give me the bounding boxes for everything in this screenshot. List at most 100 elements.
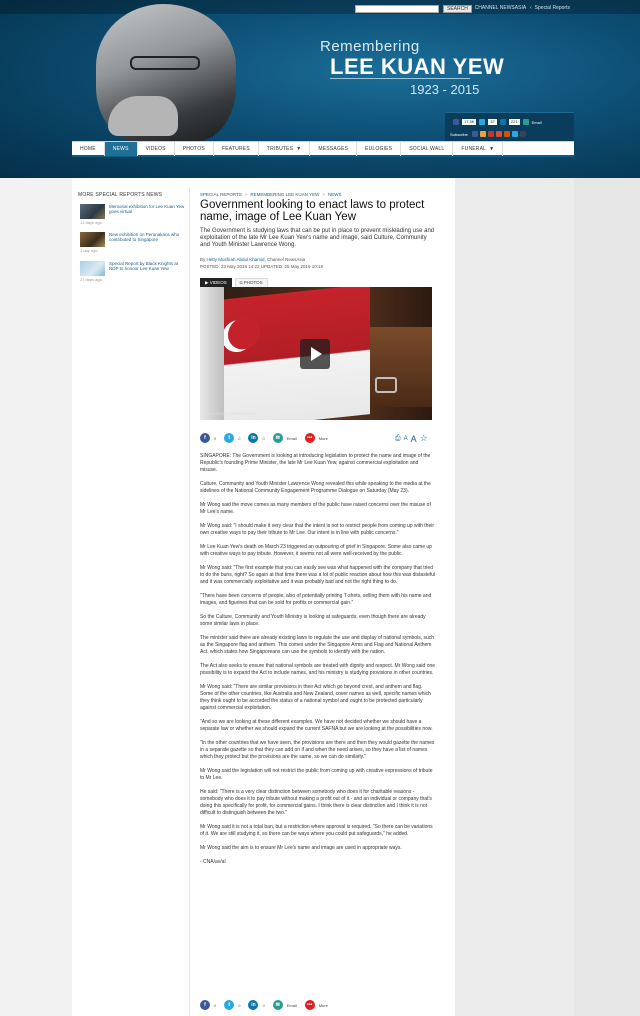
- email-share-icon[interactable]: ✉: [272, 1000, 283, 1010]
- play-button-icon[interactable]: [300, 339, 330, 369]
- search-button[interactable]: SEARCH: [443, 5, 472, 13]
- more-share-icon[interactable]: •••: [304, 1000, 315, 1010]
- sidebar-thumbnail[interactable]: [80, 204, 105, 219]
- article-paragraph: "There have been concerns of people, als…: [200, 593, 432, 606]
- subscribe-rss-icon[interactable]: [479, 131, 486, 137]
- article-paragraph: The Act also seeks to ensure that nation…: [200, 663, 436, 676]
- article-paragraph: So the Culture, Community and Youth Mini…: [200, 614, 426, 627]
- sidebar-item-time: 1 day ago: [80, 248, 98, 253]
- chevron-left-icon: ‹: [470, 5, 472, 11]
- sidebar-item-time: 13 days ago: [80, 220, 102, 225]
- breadcrumb-item[interactable]: REMEMBERING LEE KUAN YEW: [250, 192, 319, 197]
- subscribe-row: Subscribe: [450, 131, 526, 137]
- font-larger-icon[interactable]: A: [411, 434, 417, 444]
- linkedin-share-icon[interactable]: in: [248, 433, 259, 443]
- sidebar-thumbnail[interactable]: [80, 261, 105, 276]
- article-paragraph: The minister said there are already exis…: [200, 635, 435, 655]
- sidebar-item-title[interactable]: Memorial exhibition for Lee Kuan Yew goe…: [109, 204, 187, 214]
- article-standfirst: The Government is studying laws that can…: [200, 228, 435, 248]
- nav-videos[interactable]: VIDEOS: [138, 142, 175, 156]
- font-smaller-icon[interactable]: A: [404, 436, 408, 442]
- article-paragraph: "In the other countries that we have see…: [200, 740, 435, 760]
- right-gutter: [574, 178, 640, 1016]
- main-nav: HOME NEWS VIDEOS PHOTOS FEATURES TRIBUTE…: [72, 141, 574, 157]
- facebook-share-count: 0: [214, 435, 217, 441]
- linkedin-icon[interactable]: [499, 119, 506, 125]
- sidebar-item-title[interactable]: New exhibition on Peranakans who contrib…: [109, 232, 187, 242]
- crescent-icon: [222, 318, 254, 354]
- article-paragraph: Mr Wong said the aim is to ensure Mr Lee…: [200, 845, 402, 851]
- breadcrumb-separator: >: [322, 192, 325, 197]
- linkedin-share-count: 0: [262, 1002, 265, 1008]
- sidebar-item-title[interactable]: Special Report by Black Knights at NDP t…: [109, 261, 187, 271]
- subscribe-tumblr-icon[interactable]: [519, 131, 526, 137]
- subscribe-youtube-icon[interactable]: [487, 131, 494, 137]
- search-input[interactable]: [355, 5, 439, 13]
- byline-author-link[interactable]: Hetty Musfirah Abdul Khamid: [207, 257, 265, 262]
- byline-prefix: By: [200, 257, 206, 262]
- linkedin-share-count: 0: [262, 435, 265, 441]
- article-paragraph: He said: "There is a very clear distinct…: [200, 789, 432, 816]
- facebook-share-icon[interactable]: f: [200, 433, 210, 443]
- email-share-icon[interactable]: ✉: [272, 433, 283, 443]
- video-watermark: CHANNEL NEWSASIA: [206, 411, 256, 416]
- facebook-count: 17.3K: [462, 119, 477, 125]
- nav-social-wall[interactable]: SOCIAL WALL: [401, 142, 454, 156]
- left-gutter: [0, 178, 72, 1016]
- facebook-share-icon[interactable]: f: [200, 1000, 210, 1010]
- email-share-label: Email: [286, 1002, 297, 1008]
- article-paragraph: Mr Wong said: "There are similar provisi…: [200, 684, 431, 711]
- nav-news[interactable]: NEWS: [104, 142, 138, 156]
- more-share-icon[interactable]: •••: [304, 433, 315, 443]
- subscribe-googleplus-icon[interactable]: [495, 131, 502, 137]
- figure-image: [200, 287, 224, 420]
- chevron-left-icon: ‹: [530, 5, 532, 11]
- twitter-icon[interactable]: [479, 119, 486, 125]
- breadcrumb-item[interactable]: SPECIAL REPORTS: [200, 192, 242, 197]
- email-icon[interactable]: [522, 119, 529, 125]
- caret-down-icon: ▼: [489, 146, 495, 152]
- bookmark-star-icon[interactable]: ☆: [420, 433, 428, 444]
- linkedin-share-icon[interactable]: in: [248, 1000, 259, 1010]
- subscribe-facebook-icon[interactable]: [471, 131, 478, 137]
- twitter-share-count: 0: [238, 435, 241, 441]
- video-player[interactable]: CHANNEL NEWSASIA: [200, 287, 432, 420]
- search-bar: SEARCH: [355, 5, 472, 13]
- breadcrumb-item[interactable]: NEWS: [328, 192, 342, 197]
- email-share-label: Email: [286, 435, 297, 441]
- article-paragraph: Mr Wong said: "The first example that yo…: [200, 565, 436, 585]
- nav-funeral[interactable]: FUNERAL ▼: [453, 142, 504, 156]
- share-row: 17.3K 57 221 Email: [453, 119, 542, 125]
- sidebar-item[interactable]: Special Report by Black Knights at NDP t…: [80, 261, 186, 283]
- channel-newsasia-link[interactable]: ‹ CHANNEL NEWSASIA: [470, 5, 526, 11]
- subscribe-instagram-icon[interactable]: [503, 131, 510, 137]
- sidebar-thumbnail[interactable]: [80, 232, 105, 247]
- breadcrumb-separator: >: [244, 192, 248, 197]
- special-reports-label: Special Reports: [534, 5, 570, 11]
- subscribe-twitter-icon[interactable]: [511, 131, 518, 137]
- article-paragraph: Mr Wong said the move comes as many memb…: [200, 502, 431, 515]
- email-label: Email: [531, 119, 542, 125]
- banner-name: LEE KUAN YEW: [330, 54, 505, 79]
- coffin-handle: [375, 377, 397, 393]
- twitter-share-icon[interactable]: t: [224, 433, 235, 443]
- nav-eulogies[interactable]: EULOGIES: [357, 142, 402, 156]
- right-column: [455, 178, 574, 1016]
- twitter-share-icon[interactable]: t: [224, 1000, 235, 1010]
- sidebar-item[interactable]: New exhibition on Peranakans who contrib…: [80, 232, 186, 254]
- print-icon[interactable]: ⎙: [395, 435, 401, 443]
- linkedin-count: 221: [508, 119, 520, 125]
- share-bar-top: f 0 t 0 in 0 ✉ Email ••• More: [200, 433, 332, 443]
- breadcrumb: SPECIAL REPORTS > REMEMBERING LEE KUAN Y…: [200, 192, 341, 197]
- nav-tributes[interactable]: TRIBUTES ▼: [259, 142, 311, 156]
- article-paragraph: - CNA/av/al: [200, 859, 226, 865]
- nav-home[interactable]: HOME: [72, 142, 105, 156]
- flag-image: [200, 287, 370, 420]
- column-divider: [189, 188, 190, 1016]
- sidebar-item[interactable]: Memorial exhibition for Lee Kuan Yew goe…: [80, 204, 186, 226]
- facebook-icon[interactable]: [453, 119, 459, 125]
- nav-photos[interactable]: PHOTOS: [175, 142, 214, 156]
- special-reports-link[interactable]: ‹ Special Reports: [530, 5, 570, 11]
- nav-features[interactable]: FEATURES: [214, 142, 259, 156]
- nav-messages[interactable]: MESSAGES: [310, 142, 358, 156]
